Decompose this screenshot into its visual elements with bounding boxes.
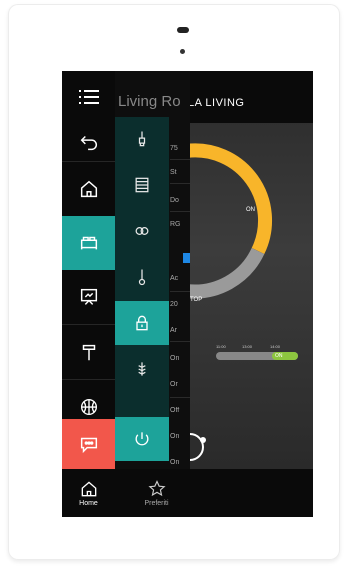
list-divider <box>170 159 190 160</box>
link-rings-icon[interactable] <box>115 209 169 253</box>
slider-tick: 13:00 <box>242 344 253 349</box>
back-arrow-icon[interactable] <box>62 123 115 161</box>
presentation-board-icon[interactable] <box>62 270 115 324</box>
list-item[interactable]: Do <box>170 197 190 204</box>
list-divider <box>170 211 190 212</box>
sprinkler-icon[interactable] <box>115 347 169 391</box>
gauge-bottom-label: TOP <box>190 297 202 303</box>
slider-value-label: ON <box>275 353 283 359</box>
nav-favorites-label: Preferiti <box>144 500 169 507</box>
camera-dot <box>180 49 185 54</box>
gauge-top-label: ON <box>246 207 255 213</box>
camera-slot <box>177 27 189 33</box>
blinds-icon[interactable] <box>115 163 169 207</box>
list-divider <box>170 397 190 398</box>
list-item[interactable]: Off <box>170 407 190 414</box>
lock-icon[interactable] <box>115 301 169 345</box>
list-item[interactable]: RG <box>170 221 190 228</box>
knob-handle[interactable] <box>200 437 206 443</box>
list-item[interactable]: St <box>170 169 190 176</box>
thermometer-icon[interactable] <box>115 255 169 299</box>
power-icon[interactable] <box>115 417 169 461</box>
gauge-arc-off <box>185 247 265 299</box>
gauge-arc-on <box>185 143 272 255</box>
list-item[interactable]: Or <box>170 381 190 388</box>
list-item[interactable]: On <box>170 433 190 440</box>
slider-tick: 11:00 <box>216 344 226 349</box>
chat-bubble-icon[interactable] <box>62 419 115 469</box>
list-item[interactable]: Ar <box>170 327 190 334</box>
nav-favorites-button[interactable]: Preferiti <box>130 469 183 517</box>
list-item[interactable]: 75 <box>170 145 190 152</box>
hammer-icon[interactable] <box>62 325 115 379</box>
room-title: LA LIVING <box>188 97 245 109</box>
list-item[interactable]: 20 <box>170 301 190 308</box>
touch-screen: LA LIVING ON TOP 11:00 13:00 14:00 ON ⊗ … <box>62 71 313 517</box>
list-divider <box>170 291 190 292</box>
list-title: Living Ro <box>118 93 181 110</box>
wall-panel-device: LA LIVING ON TOP 11:00 13:00 14:00 ON ⊗ … <box>8 4 340 560</box>
list-divider <box>170 183 190 184</box>
list-item[interactable]: Ac <box>170 275 190 282</box>
home-nav-icon <box>81 481 96 497</box>
nav-home-button[interactable]: Home <box>62 469 115 517</box>
nav-home-label: Home <box>79 500 98 507</box>
menu-button[interactable] <box>62 71 115 123</box>
star-icon <box>147 480 166 497</box>
list-item[interactable]: On <box>170 355 190 362</box>
home-icon[interactable] <box>62 162 115 216</box>
hamburger-menu-icon <box>78 90 99 104</box>
slider-tick: 14:00 <box>270 344 281 349</box>
list-item[interactable]: On <box>170 459 190 466</box>
list-divider <box>170 341 190 342</box>
device-type-column <box>115 117 169 461</box>
selection-indicator <box>183 253 190 263</box>
light-bulb-icon[interactable] <box>115 117 169 161</box>
bed-icon[interactable] <box>62 216 115 270</box>
